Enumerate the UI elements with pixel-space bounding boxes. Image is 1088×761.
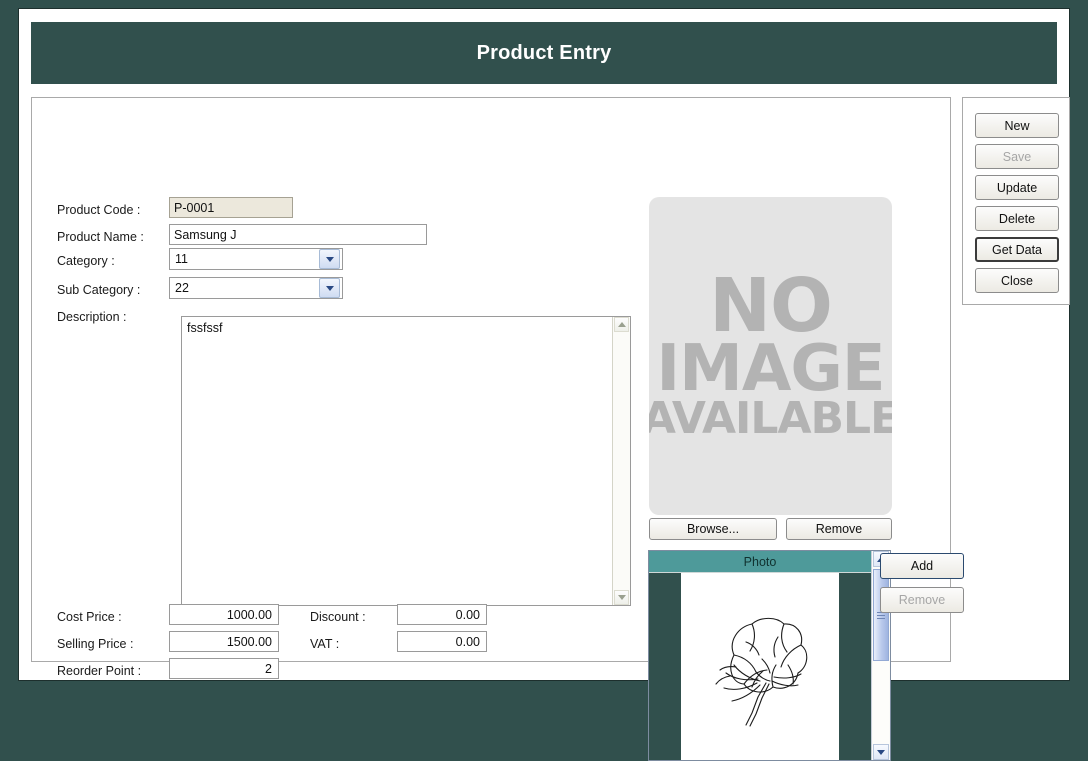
- reorder-point-input[interactable]: [169, 658, 279, 679]
- new-button[interactable]: New: [975, 113, 1059, 138]
- description-textarea[interactable]: fssfssf: [181, 316, 631, 606]
- selling-price-label: Selling Price :: [57, 637, 134, 651]
- product-name-input[interactable]: [169, 224, 427, 245]
- remove-photo-button: Remove: [880, 587, 964, 613]
- scroll-up-icon[interactable]: [614, 317, 629, 332]
- discount-label: Discount :: [310, 610, 366, 624]
- window-title-bar: Product Entry: [31, 22, 1057, 84]
- sub-category-combobox[interactable]: 22: [169, 277, 343, 299]
- product-name-label: Product Name :: [57, 230, 144, 244]
- scrollbar-thumb[interactable]: [873, 569, 889, 661]
- photo-grid[interactable]: Photo: [648, 550, 891, 761]
- description-value[interactable]: fssfssf: [182, 317, 612, 605]
- scroll-down-icon[interactable]: [614, 590, 629, 605]
- chevron-down-icon[interactable]: [319, 278, 340, 298]
- action-button-panel: New Save Update Delete Get Data Close: [962, 97, 1070, 305]
- grid-cell-right: [839, 573, 871, 760]
- add-photo-button[interactable]: Add: [880, 553, 964, 579]
- category-value: 11: [175, 252, 188, 266]
- placeholder-line-3: AVAILABLE: [649, 393, 892, 445]
- product-image-placeholder: NO IMAGE AVAILABLE: [649, 197, 892, 515]
- main-content-panel: Product Code : Product Name : Category :…: [31, 97, 964, 761]
- update-button[interactable]: Update: [975, 175, 1059, 200]
- product-entry-window: Product Entry Product Code : Product Nam…: [18, 8, 1070, 761]
- chevron-down-icon[interactable]: [319, 249, 340, 269]
- discount-input[interactable]: [397, 604, 487, 625]
- photo-column-header[interactable]: Photo: [649, 551, 871, 573]
- category-combobox[interactable]: 11: [169, 248, 343, 270]
- description-scrollbar[interactable]: [612, 317, 630, 605]
- description-label: Description :: [57, 310, 127, 324]
- remove-image-button[interactable]: Remove: [786, 518, 892, 540]
- photo-grid-scrollbar[interactable]: [871, 551, 890, 760]
- vat-input[interactable]: [397, 631, 487, 652]
- sub-category-value: 22: [175, 281, 189, 295]
- delete-button[interactable]: Delete: [975, 206, 1059, 231]
- sub-category-label: Sub Category :: [57, 283, 141, 297]
- product-code-input[interactable]: [169, 197, 293, 218]
- reorder-point-label: Reorder Point :: [57, 664, 142, 678]
- cotton-boll-sketch-icon: [715, 617, 808, 727]
- grid-cell-photo[interactable]: [681, 573, 839, 760]
- browse-button[interactable]: Browse...: [649, 518, 777, 540]
- cost-price-label: Cost Price :: [57, 610, 122, 624]
- product-code-label: Product Code :: [57, 203, 141, 217]
- photo-grid-row[interactable]: [649, 573, 871, 760]
- placeholder-line-2: IMAGE: [656, 332, 885, 407]
- cost-price-input[interactable]: [169, 604, 279, 625]
- get-data-button[interactable]: Get Data: [975, 237, 1059, 262]
- save-button: Save: [975, 144, 1059, 169]
- selling-price-input[interactable]: [169, 631, 279, 652]
- placeholder-line-1: NO: [709, 263, 833, 350]
- scroll-down-icon[interactable]: [873, 744, 889, 760]
- grid-cell-left: [649, 573, 681, 760]
- category-label: Category :: [57, 254, 115, 268]
- vat-label: VAT :: [310, 637, 340, 651]
- close-button[interactable]: Close: [975, 268, 1059, 293]
- page-title: Product Entry: [476, 41, 612, 64]
